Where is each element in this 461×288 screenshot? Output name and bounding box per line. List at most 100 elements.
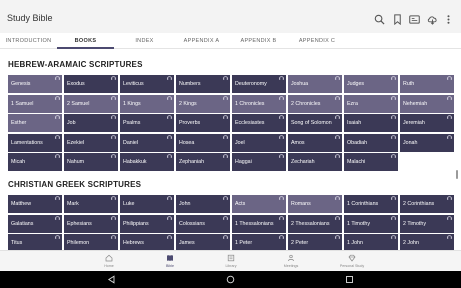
book-nahum[interactable]: Nahum	[64, 153, 118, 171]
scroll-indicator[interactable]	[456, 170, 458, 179]
book-lamentations[interactable]: Lamentations	[8, 133, 62, 152]
book-label: Hosea	[179, 139, 195, 146]
book-2-chronicles[interactable]: 2 Chronicles	[288, 94, 342, 113]
book-mark[interactable]: Mark	[64, 195, 118, 213]
book-ezekiel[interactable]: Ezekiel	[64, 133, 118, 152]
book-1-corinthians[interactable]: 1 Corinthians	[344, 195, 398, 213]
nav-meetings[interactable]: Meetings	[267, 251, 315, 272]
book-label: Romans	[291, 201, 311, 207]
book-genesis[interactable]: Genesis	[8, 75, 62, 93]
book-matthew[interactable]: Matthew	[8, 195, 62, 213]
book-daniel[interactable]: Daniel	[120, 133, 174, 152]
book-colossians[interactable]: Colossians	[176, 214, 230, 233]
cloud-download-icon[interactable]	[427, 14, 438, 25]
book-2-corinthians[interactable]: 2 Corinthians	[400, 195, 454, 213]
book-ezra[interactable]: Ezra	[344, 94, 398, 113]
book-psalms[interactable]: Psalms	[120, 114, 174, 132]
book-acts[interactable]: Acts	[232, 195, 286, 213]
book-exodus[interactable]: Exodus	[64, 75, 118, 93]
book-nehemiah[interactable]: Nehemiah	[400, 94, 454, 113]
book-row: Lamentations Ezekiel Daniel Hosea Joel Amos Ob…	[8, 133, 456, 152]
tab-index[interactable]: INDEX	[116, 33, 173, 49]
book-john[interactable]: John	[176, 195, 230, 213]
book-luke[interactable]: Luke	[120, 195, 174, 213]
book-joel[interactable]: Joel	[232, 133, 286, 152]
book-1-thessalonians[interactable]: 1 Thessalonians	[232, 214, 286, 233]
book-2-thessalonians[interactable]: 2 Thessalonians	[288, 214, 342, 233]
search-icon[interactable]	[374, 14, 385, 25]
library-icon	[227, 254, 235, 262]
book-jeremiah[interactable]: Jeremiah	[400, 114, 454, 132]
book-label: 2 Thessalonians	[291, 220, 330, 227]
book-label: 2 Peter	[291, 240, 309, 246]
book-judges[interactable]: Judges	[344, 75, 398, 93]
book-micah[interactable]: Micah	[8, 153, 62, 171]
book-obadiah[interactable]: Obadiah	[344, 133, 398, 152]
nav-library[interactable]: Library	[207, 251, 255, 272]
book-joshua[interactable]: Joshua	[288, 75, 342, 93]
book-song-of-solomon[interactable]: Song of Solomon	[288, 114, 342, 132]
back-icon[interactable]	[107, 275, 116, 284]
more-vert-icon[interactable]	[443, 14, 454, 25]
home-circle-icon[interactable]	[226, 275, 235, 284]
book-label: 1 Timothy	[347, 220, 370, 227]
book-ephesians[interactable]: Ephesians	[64, 214, 118, 233]
nav-bible[interactable]: Bible	[146, 251, 194, 272]
book-1-samuel[interactable]: 1 Samuel	[8, 94, 62, 113]
headphones-icon	[55, 115, 60, 119]
bookmark-icon[interactable]	[392, 14, 403, 25]
headphones-icon	[279, 76, 284, 80]
book-ecclesiastes[interactable]: Ecclesiastes	[232, 114, 286, 132]
tab-appendix-b[interactable]: APPENDIX B	[230, 33, 287, 49]
book-label: Colossians	[179, 220, 205, 227]
book-ruth[interactable]: Ruth	[400, 75, 454, 93]
book-isaiah[interactable]: Isaiah	[344, 114, 398, 132]
book-1-kings[interactable]: 1 Kings	[120, 94, 174, 113]
book-romans[interactable]: Romans	[288, 195, 342, 213]
headphones-icon	[55, 134, 60, 139]
book-job[interactable]: Job	[64, 114, 118, 132]
book-2-kings[interactable]: 2 Kings	[176, 94, 230, 113]
book-label: Acts	[235, 201, 246, 207]
book-zephaniah[interactable]: Zephaniah	[176, 153, 230, 171]
book-amos[interactable]: Amos	[288, 133, 342, 152]
recents-icon[interactable]	[345, 275, 354, 284]
book-label: Esther	[11, 120, 27, 126]
headphones-icon	[111, 196, 116, 200]
headphones-icon	[55, 196, 60, 200]
nav-home[interactable]: Home	[85, 251, 133, 272]
book-deuteronomy[interactable]: Deuteronomy	[232, 75, 286, 93]
nav-personal-study[interactable]: Personal Study	[328, 251, 376, 272]
book-label: Malachi	[347, 159, 366, 165]
tab-books[interactable]: BOOKS	[57, 33, 114, 49]
book-galatians[interactable]: Galatians	[8, 214, 62, 233]
book-label: Amos	[291, 139, 305, 146]
book-row: Esther Job Psalms Proverbs Ecclesiastes Song …	[8, 114, 456, 132]
book-zechariah[interactable]: Zechariah	[288, 153, 342, 171]
translation-icon[interactable]	[409, 14, 420, 25]
book-label: Luke	[123, 201, 135, 207]
book-label: 1 Samuel	[11, 100, 34, 107]
nav-personal-study-label: Personal Study	[339, 264, 365, 268]
book-label: John	[179, 201, 191, 207]
book-1-chronicles[interactable]: 1 Chronicles	[232, 94, 286, 113]
book-esther[interactable]: Esther	[8, 114, 62, 132]
book-2-timothy[interactable]: 2 Timothy	[400, 214, 454, 233]
book-label: Lamentations	[11, 139, 43, 146]
book-haggai[interactable]: Haggai	[232, 153, 286, 171]
tab-appendix-c[interactable]: APPENDIX C	[287, 33, 347, 49]
book-malachi[interactable]: Malachi	[344, 153, 398, 171]
book-numbers[interactable]: Numbers	[176, 75, 230, 93]
headphones-icon	[391, 235, 396, 239]
tab-appendix-a[interactable]: APPENDIX A	[173, 33, 230, 49]
book-1-timothy[interactable]: 1 Timothy	[344, 214, 398, 233]
book-jonah[interactable]: Jonah	[400, 133, 454, 152]
book-2-samuel[interactable]: 2 Samuel	[64, 94, 118, 113]
book-habakkuk[interactable]: Habakkuk	[120, 153, 174, 171]
book-hosea[interactable]: Hosea	[176, 133, 230, 152]
book-leviticus[interactable]: Leviticus	[120, 75, 174, 93]
tab-introduction[interactable]: INTRODUCTION	[0, 33, 57, 49]
book-philippians[interactable]: Philippians	[120, 214, 174, 233]
book-proverbs[interactable]: Proverbs	[176, 114, 230, 132]
book-row: 1 Samuel 2 Samuel 1 Kings 2 Kings 1 Chronicl…	[8, 94, 456, 113]
